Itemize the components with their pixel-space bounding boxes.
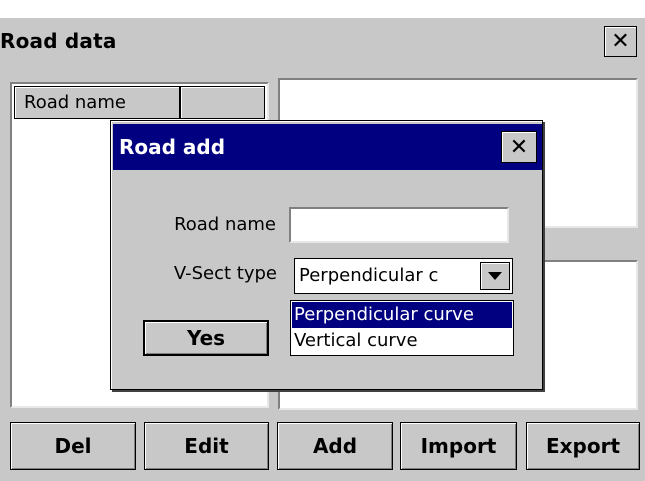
road-name-label: Road name	[174, 214, 276, 235]
dropdown-arrow-button[interactable]	[480, 262, 510, 290]
vsect-type-select[interactable]: Perpendicular c	[294, 258, 513, 294]
column-header-road-name[interactable]: Road name	[14, 86, 180, 119]
window-close-button[interactable]: ✕	[604, 26, 637, 57]
edit-button[interactable]: Edit	[144, 422, 269, 470]
dialog-title: Road add	[119, 135, 226, 159]
close-icon: ✕	[509, 134, 529, 160]
vsect-type-value: Perpendicular c	[299, 265, 439, 286]
vsect-type-dropdown-list: Perpendicular curve Vertical curve	[290, 300, 514, 356]
import-button[interactable]: Import	[400, 422, 517, 470]
column-header-second[interactable]	[180, 86, 265, 119]
dropdown-option-vertical-curve[interactable]: Vertical curve	[292, 328, 512, 354]
road-name-input[interactable]	[289, 207, 509, 243]
chevron-down-icon	[488, 272, 502, 280]
export-button[interactable]: Export	[526, 422, 640, 470]
dialog-titlebar: Road add ✕	[113, 124, 542, 170]
yes-button[interactable]: Yes	[143, 320, 269, 356]
close-icon: ✕	[611, 29, 630, 54]
window-titlebar: Road data ✕	[0, 16, 645, 64]
del-button[interactable]: Del	[10, 422, 136, 470]
add-button[interactable]: Add	[277, 422, 393, 470]
dialog-close-button[interactable]: ✕	[501, 131, 537, 163]
window-title: Road data	[0, 29, 117, 53]
column-header-label: Road name	[24, 92, 126, 113]
vsect-type-label: V-Sect type	[173, 263, 277, 284]
dropdown-option-perpendicular-curve[interactable]: Perpendicular curve	[292, 302, 512, 328]
